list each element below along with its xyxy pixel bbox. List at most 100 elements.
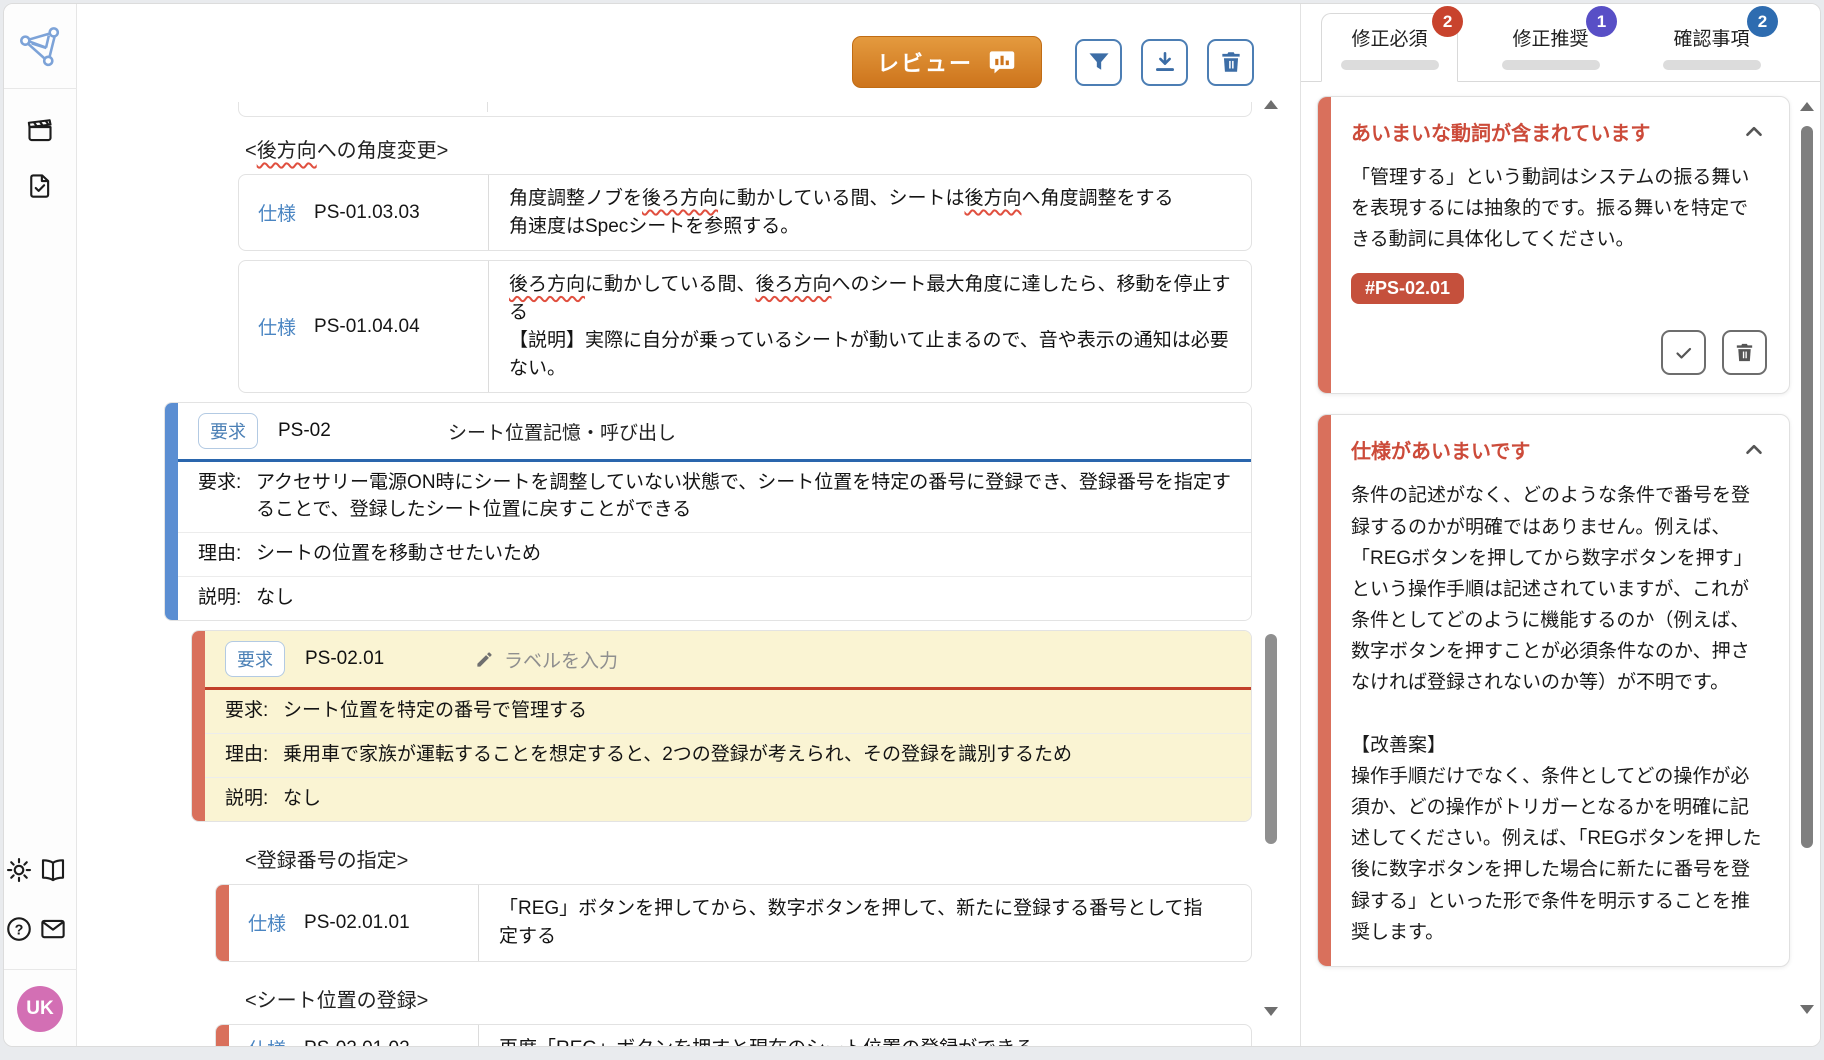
spec-text: 「REG」ボタンを押してから、数字ボタンを押して、新たに登録する番号として指定す… <box>479 885 1239 960</box>
spec-type-badge: 仕様 <box>258 313 296 340</box>
download-icon <box>1152 49 1178 75</box>
req-block-ps-02[interactable]: 要求 PS-02 シート位置記憶・呼び出し 要求: アクセサリー電源ON時にシー… <box>164 402 1252 621</box>
section-heading-angle[interactable]: <後方向への角度変更> <box>245 134 1252 163</box>
delete-button[interactable] <box>1207 39 1254 86</box>
trash-icon <box>1733 341 1756 364</box>
requirement-tag[interactable]: #PS-02.01 <box>1351 273 1464 304</box>
card-body-text: 条件の記述がなく、どのような条件で番号を登録するのかが明確ではありません。例えば… <box>1351 480 1767 947</box>
document-pane: レビュー <box>77 4 1300 1046</box>
spec-accent-bar-salmon <box>216 885 229 960</box>
requirements-document: <後方向への角度変更> 仕様 PS-01.03.03 角度調整ノブを後ろ方向に動… <box>77 102 1300 1046</box>
tab-count-badge: 1 <box>1586 6 1617 37</box>
spec-accent-bar-salmon <box>216 1025 229 1046</box>
review-tabbar: 修正必須 2 修正推奨 1 確認事項 2 <box>1301 4 1820 82</box>
settings-gear-icon[interactable] <box>4 855 34 885</box>
book-icon[interactable] <box>38 855 68 885</box>
sidebar-divider-bottom <box>4 969 77 970</box>
req-type-badge: 要求 <box>198 413 258 449</box>
review-card-ambiguous-verb[interactable]: あいまいな動詞が含まれています 「管理する」という動詞はシステムの振る舞いを表現… <box>1317 96 1790 394</box>
tab-recommended-fix[interactable]: 修正推奨 1 <box>1482 14 1619 81</box>
sidebar-divider <box>4 88 77 89</box>
section-heading-seatpos[interactable]: <シート位置の登録> <box>245 984 1252 1013</box>
help-icon[interactable]: ? <box>4 914 34 944</box>
tab-must-fix[interactable]: 修正必須 2 <box>1321 13 1458 82</box>
spellcheck-underline: 後ろ方向 <box>509 274 585 295</box>
user-avatar[interactable]: UK <box>17 986 63 1032</box>
mail-icon[interactable] <box>38 914 68 944</box>
card-accent-bar <box>1318 97 1331 393</box>
app-window: ? UK レビュー <box>3 3 1821 1047</box>
download-button[interactable] <box>1141 39 1188 86</box>
label-input-placeholder[interactable]: ラベルを入力 <box>475 646 618 673</box>
card-title: あいまいな動詞が含まれています <box>1351 117 1650 146</box>
clipped-row-top[interactable] <box>238 102 1252 117</box>
req-field-riyu[interactable]: 理由: シートの位置を移動させたいため <box>178 532 1251 576</box>
dismiss-button[interactable] <box>1722 330 1767 375</box>
spellcheck-underline: 後方向 <box>964 188 1021 209</box>
scrollbar-thumb[interactable] <box>1265 634 1277 844</box>
req-field-yokyu[interactable]: 要求: アクセサリー電源ON時にシートを調整していない状態で、シート位置を特定の… <box>178 462 1251 532</box>
tab-underline <box>1341 60 1439 70</box>
spec-id: PS-01.04.04 <box>314 316 420 338</box>
spec-id: PS-01.03.03 <box>314 202 420 224</box>
spec-row-ps-02-01-02[interactable]: 仕様 PS-02.01.02 再度「REG」ボタンを押すと現在のシート位置の登録… <box>215 1024 1252 1046</box>
spellcheck-underline: 後方向 <box>257 140 317 162</box>
tab-underline <box>1663 60 1761 70</box>
app-logo-icon[interactable] <box>18 24 62 72</box>
scroll-up-arrow[interactable] <box>1800 102 1814 111</box>
tab-confirm-items[interactable]: 確認事項 2 <box>1643 14 1780 81</box>
section-heading-regnum[interactable]: <登録番号の指定> <box>245 844 1252 873</box>
collapse-chevron-icon[interactable] <box>1741 437 1767 463</box>
req-accent-bar-salmon <box>192 631 205 821</box>
spec-label-cell: 仕様 PS-02.01.01 <box>229 885 479 960</box>
spec-label-cell: 仕様 PS-01.03.03 <box>239 175 489 250</box>
filter-button[interactable] <box>1075 39 1122 86</box>
scrollbar-thumb[interactable] <box>1801 126 1813 848</box>
req-field-setsumei[interactable]: 説明: なし <box>205 777 1251 821</box>
spec-label-cell: 仕様 PS-02.01.02 <box>229 1025 479 1046</box>
sidebar-bottom-group: ? <box>4 831 76 949</box>
svg-text:?: ? <box>15 922 24 938</box>
review-card-ambiguous-spec[interactable]: 仕様があいまいです 条件の記述がなく、どのような条件で番号を登録するのかが明確で… <box>1317 414 1790 966</box>
check-icon <box>1672 341 1696 365</box>
tab-count-badge: 2 <box>1432 6 1463 37</box>
req-field-setsumei[interactable]: 説明: なし <box>178 576 1251 620</box>
review-button[interactable]: レビュー <box>852 36 1042 88</box>
req-header: 要求 PS-02 シート位置記憶・呼び出し <box>178 403 1251 459</box>
req-header: 要求 PS-02.01 ラベルを入力 <box>205 631 1251 687</box>
spec-row-ps-02-01-01[interactable]: 仕様 PS-02.01.01 「REG」ボタンを押してから、数字ボタンを押して、… <box>215 884 1252 961</box>
scroll-down-arrow[interactable] <box>1264 1007 1278 1016</box>
clapperboard-icon[interactable] <box>25 115 55 145</box>
spellcheck-underline: 後ろ方向 <box>642 188 718 209</box>
document-scrollbar[interactable] <box>1264 100 1278 1016</box>
review-button-label: レビュー <box>877 46 973 78</box>
req-block-ps-02-01-highlighted[interactable]: 要求 PS-02.01 ラベルを入力 要求: シート位置を特定の番号で管理する <box>191 630 1252 822</box>
review-chart-bubble-icon <box>987 47 1017 77</box>
spec-type-badge: 仕様 <box>258 199 296 226</box>
spec-id: PS-02.01.01 <box>304 912 410 934</box>
card-body-text: 「管理する」という動詞はシステムの振る舞いを表現するには抽象的です。振る舞いを特… <box>1351 162 1767 255</box>
spec-row-ps-01-04-04[interactable]: 仕様 PS-01.04.04 後ろ方向に動かしている間、後ろ方向へのシート最大角… <box>238 260 1252 393</box>
spec-type-badge: 仕様 <box>248 1035 286 1046</box>
spec-row-ps-01-03-03[interactable]: 仕様 PS-01.03.03 角度調整ノブを後ろ方向に動かしている間、シートは後… <box>238 174 1252 251</box>
pencil-icon <box>475 650 494 669</box>
card-title: 仕様があいまいです <box>1351 435 1530 464</box>
panel-scrollbar[interactable] <box>1800 102 1814 1014</box>
spellcheck-underline: 後ろ方向 <box>755 274 831 295</box>
row-divider <box>487 102 488 112</box>
spec-text: 後ろ方向に動かしている間、後ろ方向へのシート最大角度に達したら、移動を停止する … <box>489 261 1251 392</box>
toolbar: レビュー <box>77 4 1300 102</box>
collapse-chevron-icon[interactable] <box>1741 119 1767 145</box>
req-field-yokyu[interactable]: 要求: シート位置を特定の番号で管理する <box>205 690 1251 733</box>
document-check-icon[interactable] <box>25 171 55 201</box>
spec-text: 再度「REG」ボタンを押すと現在のシート位置の登録ができる <box>479 1025 1251 1046</box>
req-accent-bar-blue <box>165 403 178 620</box>
tab-count-badge: 2 <box>1747 6 1778 37</box>
card-actions <box>1351 330 1767 375</box>
scroll-down-arrow[interactable] <box>1800 1005 1814 1014</box>
filter-icon <box>1086 49 1112 75</box>
req-field-riyu[interactable]: 理由: 乗用車で家族が運転することを想定すると、2つの登録が考えられ、その登録を… <box>205 733 1251 777</box>
scroll-up-arrow[interactable] <box>1264 100 1278 109</box>
req-type-badge: 要求 <box>225 641 285 677</box>
resolve-button[interactable] <box>1661 330 1706 375</box>
